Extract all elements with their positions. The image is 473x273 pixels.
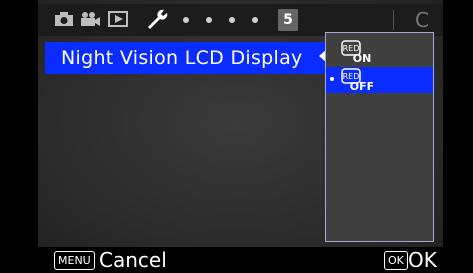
camera-icon [55,12,73,26]
page-dot-3 [229,17,235,23]
option-red-on[interactable]: RED ON [326,39,433,65]
svg-text:ON: ON [353,52,372,64]
selected-bullet-icon [330,77,334,81]
menu-item-night-vision[interactable]: Night Vision LCD Display [45,42,330,74]
menu-key-badge: MENU [54,251,95,270]
page-dot-2 [206,17,212,23]
playback-icon [108,11,128,27]
tab-shooting[interactable] [53,7,75,31]
tab-movie[interactable] [78,7,102,31]
option-dropdown: RED ON RED OFF [325,32,434,242]
menu-item-label: Night Vision LCD Display [61,47,303,69]
left-border [0,0,38,273]
page-dot-4 [252,17,258,23]
tab-divider [393,10,394,30]
movie-camera-icon [81,12,100,26]
wrench-icon [148,9,168,29]
red-on-icon: RED ON [341,40,372,64]
ok-key-badge: OK [384,251,408,270]
page-dot-1 [183,17,189,23]
ok-button[interactable]: OK [408,247,437,273]
red-off-icon: RED OFF [341,68,373,92]
right-border [443,0,473,273]
page-number-badge[interactable]: 5 [278,9,298,31]
tab-custom[interactable]: C [408,6,436,34]
tab-setup[interactable] [143,7,171,31]
option-red-off[interactable]: RED OFF [326,67,433,93]
tab-playback[interactable] [106,7,130,31]
bottom-bar: MENU Cancel OK OK [38,247,443,273]
cancel-button[interactable]: Cancel [99,247,167,273]
svg-text:OFF: OFF [350,80,373,92]
